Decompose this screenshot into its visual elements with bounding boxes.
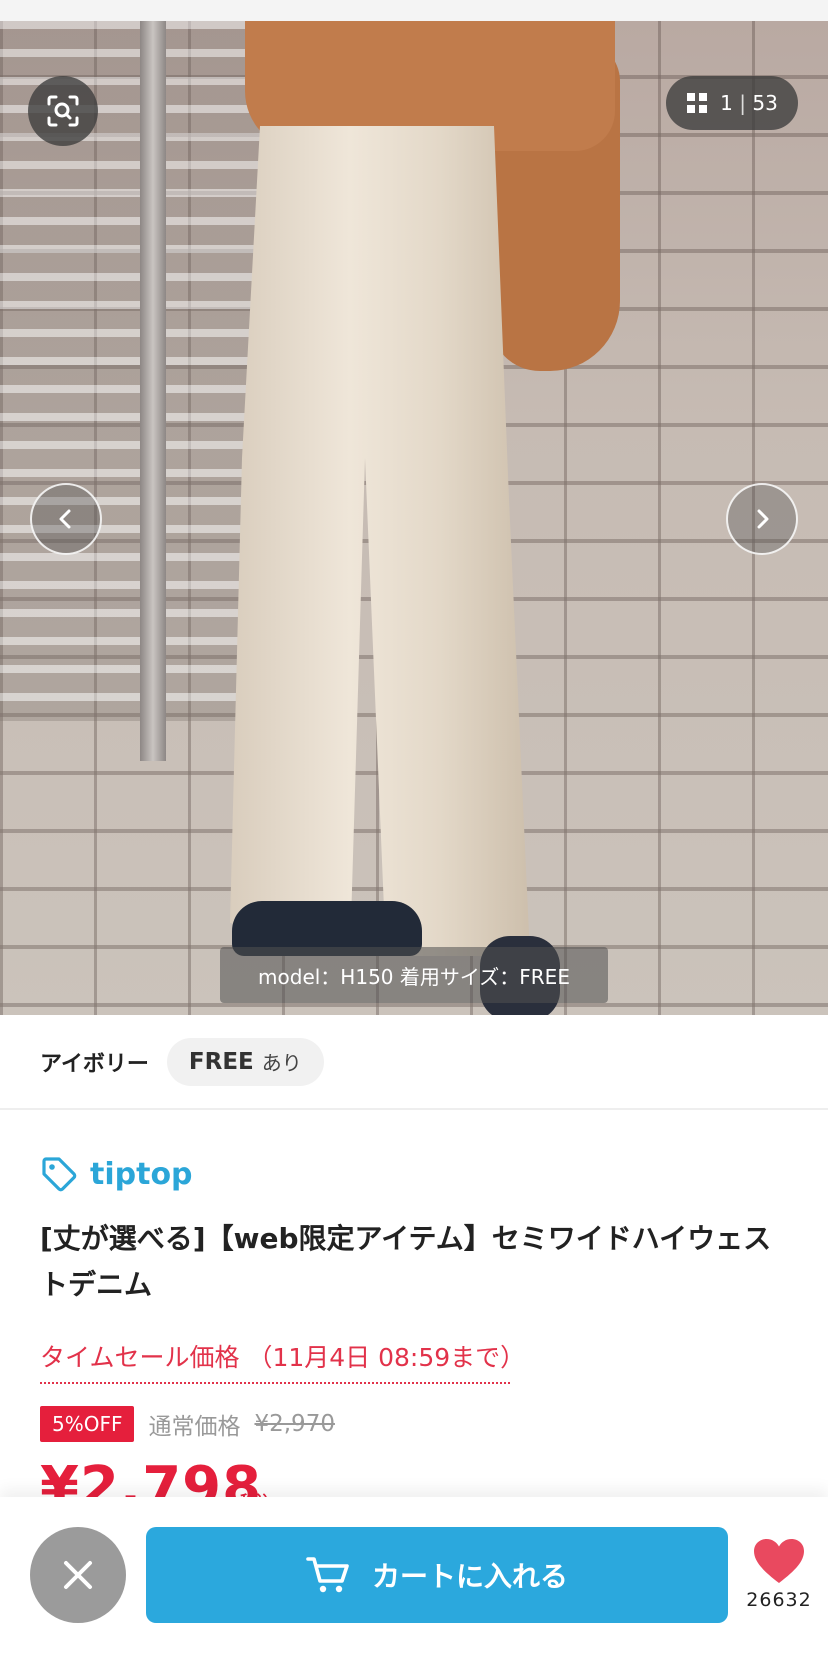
regular-price-label: 通常価格 <box>148 1414 241 1440</box>
image-counter-current: 1 <box>720 91 733 115</box>
image-counter-total: 53 <box>752 91 778 115</box>
cart-icon <box>306 1557 349 1593</box>
product-title: [丈が選べる]【web限定アイテム】セミワイドハイウェストデニム <box>40 1222 772 1301</box>
add-to-cart-label: カートに入れる <box>371 1560 568 1593</box>
regular-price: ¥2,970 <box>254 1411 335 1437</box>
add-to-cart-button[interactable]: カートに入れる <box>146 1527 728 1623</box>
time-sale-label[interactable]: タイムセール価格 （11月4日 08:59まで） <box>40 1338 525 1384</box>
heart-icon <box>754 1539 804 1583</box>
favorite-button[interactable]: 26632 <box>742 1537 816 1611</box>
brand-link[interactable]: tiptop <box>40 1155 193 1193</box>
grid-icon <box>687 93 708 113</box>
image-counter[interactable]: 1 | 53 <box>666 76 798 130</box>
zoom-icon <box>47 95 79 127</box>
color-label: アイボリー <box>40 1051 149 1077</box>
chevron-right-icon <box>757 509 769 529</box>
close-button[interactable] <box>30 1527 126 1623</box>
favorite-count: 26632 <box>746 1589 812 1611</box>
chevron-left-icon <box>59 509 71 529</box>
stock-status: あり <box>261 1051 302 1075</box>
price-row: 5%OFF 通常価格 ¥2,970 <box>40 1406 335 1442</box>
close-icon <box>64 1561 92 1589</box>
bottom-action-bar: カートに入れる 26632 <box>0 1497 828 1671</box>
brand-name: tiptop <box>90 1156 193 1192</box>
top-strip <box>0 0 828 21</box>
size-label: FREE <box>188 1048 254 1075</box>
size-chip[interactable]: FREE あり <box>166 1037 324 1086</box>
previous-image-button[interactable] <box>30 483 102 555</box>
zoom-button[interactable] <box>28 76 98 146</box>
next-image-button[interactable] <box>726 483 798 555</box>
image-counter-separator: | <box>739 91 747 115</box>
image-caption: model：H150 着用サイズ：FREE <box>220 947 608 1003</box>
product-image[interactable]: model：H150 着用サイズ：FREE <box>0 21 828 1015</box>
variant-row: アイボリー FREE あり <box>0 1015 828 1110</box>
tag-icon <box>42 1157 77 1192</box>
discount-badge: 5%OFF <box>40 1406 135 1442</box>
image-post <box>140 21 166 761</box>
